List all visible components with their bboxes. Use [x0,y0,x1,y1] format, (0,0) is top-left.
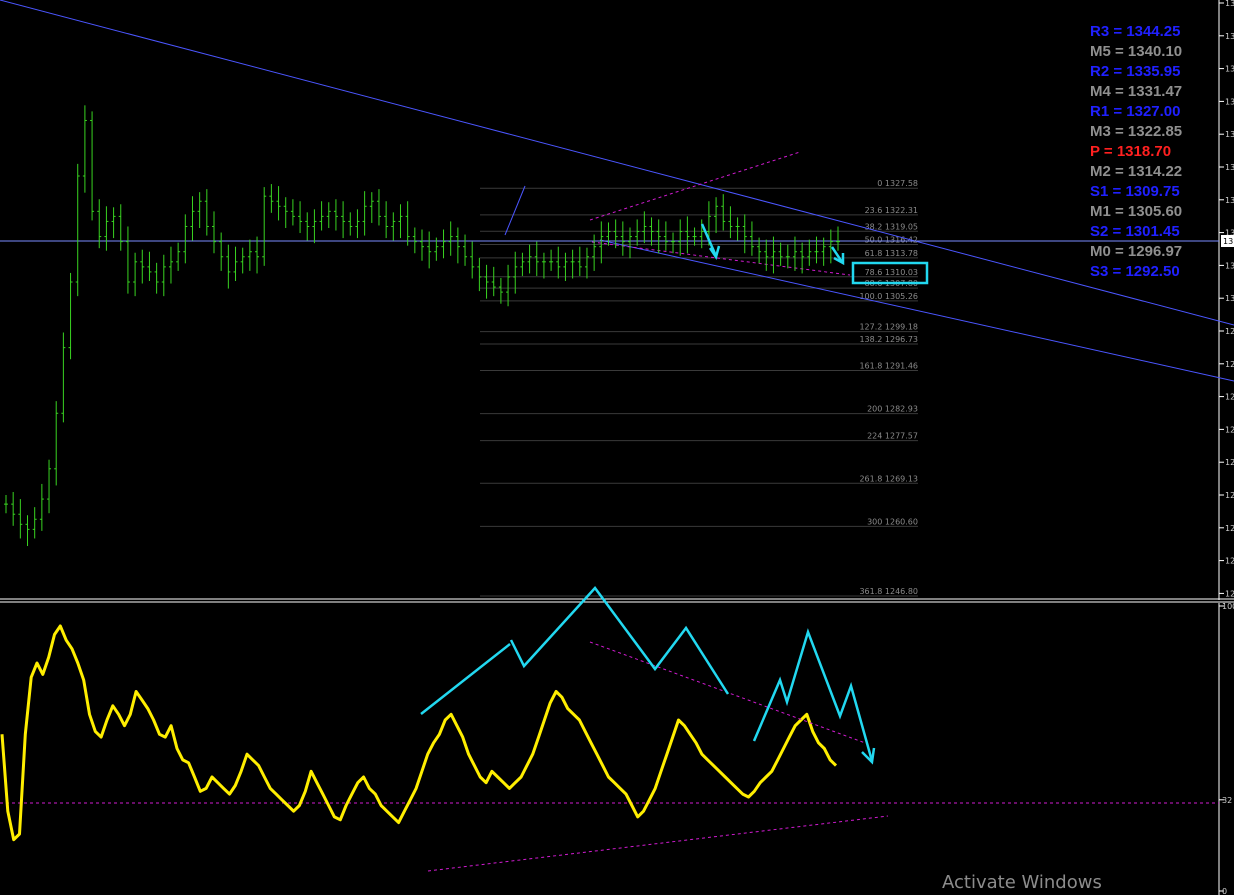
fib-label: 23.6 1322.31 [865,206,918,215]
pivot-level-11: M0 = 1296.97 [1090,243,1182,260]
y-tick-label: 13 [1225,294,1234,303]
fib-label: 0 1327.58 [877,179,918,188]
fib-label: 78.6 1310.03 [865,268,918,277]
y-tick-label: 12 [1225,393,1234,402]
pivot-level-12: S3 = 1292.50 [1090,263,1180,280]
y-tick-label: 12 [1225,491,1234,500]
y-tick-label: 13 [1225,196,1234,205]
pivot-level-7: M2 = 1314.22 [1090,163,1182,180]
y-tick-label: 13 [1225,163,1234,172]
chart-canvas: 13 13 13 13 13 13 13 13 13 13 12 12 12 12 12 12 12 12 12 13… [0,0,1234,895]
osc-y-tick-label: 100 [1222,602,1234,611]
fib-label: 61.8 1313.78 [865,249,918,258]
pivot-level-6: P = 1318.70 [1090,143,1171,160]
y-tick-label: 12 [1225,589,1234,598]
pivot-level-1: M5 = 1340.10 [1090,43,1182,60]
pivot-level-3: M4 = 1331.47 [1090,83,1182,100]
y-tick-label: 12 [1225,327,1234,336]
fib-label: 127.2 1299.18 [859,323,918,332]
activate-windows-watermark: Activate Windows [942,872,1102,893]
pivot-level-9: M1 = 1305.60 [1090,203,1182,220]
current-price-label: 13 [1223,237,1233,246]
pivot-level-4: R1 = 1327.00 [1090,103,1181,120]
y-tick-label: 12 [1225,360,1234,369]
fib-label: 161.8 1291.46 [859,362,918,371]
fib-label: 138.2 1296.73 [859,335,918,344]
fib-label: 361.8 1246.80 [859,587,918,596]
y-tick-label: 12 [1225,557,1234,566]
pivot-level-10: S2 = 1301.45 [1090,223,1180,240]
fib-label: 261.8 1269.13 [859,474,918,483]
y-tick-label: 12 [1225,524,1234,533]
fib-label: 200 1282.93 [867,405,918,414]
y-tick-label: 13 [1225,97,1234,106]
y-tick-label: 13 [1225,32,1234,41]
fib-label: 224 1277.57 [867,432,918,441]
pivot-level-0: R3 = 1344.25 [1090,23,1181,40]
fib-label: 300 1260.60 [867,517,918,526]
y-tick-label: 13 [1225,130,1234,139]
pivot-level-8: S1 = 1309.75 [1090,183,1180,200]
pivot-level-2: R2 = 1335.95 [1090,63,1181,80]
y-tick-label: 13 [1225,0,1234,8]
y-tick-label: 13 [1225,261,1234,270]
osc-y-tick-label: 32 [1222,796,1232,805]
osc-y-tick-label: 0 [1222,887,1227,895]
y-tick-label: 12 [1225,458,1234,467]
y-tick-label: 13 [1225,65,1234,74]
y-tick-label: 12 [1225,425,1234,434]
pivot-level-5: M3 = 1322.85 [1090,123,1182,140]
